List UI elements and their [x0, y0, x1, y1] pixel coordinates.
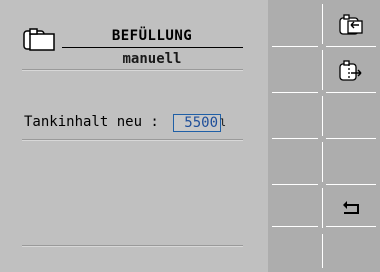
- softkey-divider: [322, 142, 323, 182]
- softkey-divider: [326, 138, 376, 139]
- softkey-empty-4[interactable]: [330, 142, 370, 182]
- divider-highlight: [22, 70, 243, 71]
- softkey-empty-3[interactable]: [330, 96, 370, 136]
- softkey-divider: [322, 4, 323, 44]
- tank-icon: [23, 28, 55, 51]
- softkey-divider: [322, 50, 323, 90]
- softkey-divider: [322, 234, 323, 268]
- fill-tank-button[interactable]: [330, 4, 370, 44]
- tank-content-label: Tankinhalt neu :: [24, 114, 159, 130]
- empty-tank-button[interactable]: [330, 50, 370, 90]
- softkey-empty-6[interactable]: [330, 230, 370, 270]
- softkey-divider: [326, 184, 376, 185]
- softkey-divider: [326, 46, 376, 47]
- return-arrow-icon: [343, 201, 359, 214]
- softkey-divider: [272, 92, 318, 93]
- softkey-divider: [272, 46, 318, 47]
- softkey-divider: [272, 226, 318, 227]
- softkey-divider: [322, 96, 323, 136]
- main-screen: BEFÜLLUNG manuell Tankinhalt neu : 5500 …: [0, 0, 268, 272]
- divider-highlight: [22, 140, 243, 141]
- back-button[interactable]: [330, 186, 370, 226]
- divider-highlight: [22, 246, 243, 247]
- tank-content-input[interactable]: 5500: [173, 114, 221, 132]
- tank-unit-label: l: [220, 118, 227, 129]
- softkey-divider: [326, 226, 376, 227]
- softkey-divider: [272, 138, 318, 139]
- tank-empty-icon: [339, 60, 362, 81]
- title-divider: [62, 47, 243, 48]
- softkey-divider: [326, 92, 376, 93]
- page-title: BEFÜLLUNG: [111, 28, 193, 44]
- softkey-divider: [272, 184, 318, 185]
- softkey-divider: [322, 188, 323, 228]
- page-subtitle: manuell: [122, 51, 182, 67]
- tank-fill-icon: [339, 14, 363, 35]
